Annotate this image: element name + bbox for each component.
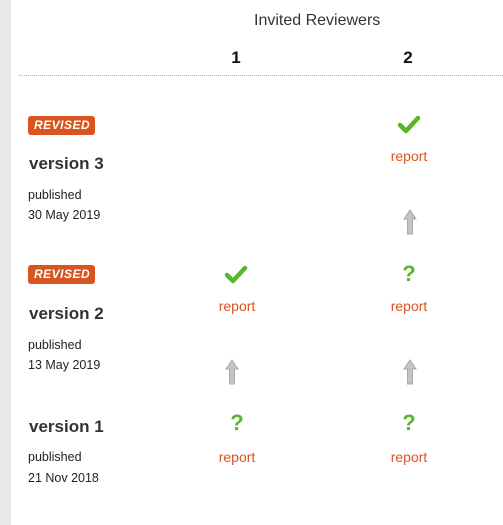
version-2-title[interactable]: version 2 [29,304,104,324]
question-icon: ? [402,410,416,435]
version-1-title[interactable]: version 1 [29,417,104,437]
revised-badge: REVISED [28,116,96,135]
version-2-reviewer-2-report-link[interactable]: report [379,298,439,314]
version-3-title[interactable]: version 3 [29,154,104,174]
check-icon [397,115,421,134]
version-2-date: 13 May 2019 [28,358,101,372]
arrow-up-icon [225,359,239,385]
header-divider [19,75,503,76]
version-2-published-label: published [28,338,82,352]
reviewer-2-column-header: 2 [403,48,413,67]
invited-reviewers-heading: Invited Reviewers [254,12,381,29]
check-icon [224,265,248,284]
version-1-date: 21 Nov 2018 [28,471,99,485]
left-side-bar [0,0,11,525]
question-icon: ? [230,410,244,435]
question-icon: ? [402,261,416,286]
version-3-date: 30 May 2019 [28,208,101,222]
version-3-reviewer-2-report-link[interactable]: report [379,148,439,164]
version-2-reviewer-1-report-link[interactable]: report [207,298,267,314]
reviewer-1-column-header: 1 [231,48,241,67]
arrow-up-icon [403,359,417,385]
version-1-reviewer-2-report-link[interactable]: report [379,449,439,465]
revised-badge: REVISED [28,265,96,284]
version-1-published-label: published [28,450,82,464]
version-3-published-label: published [28,188,82,202]
arrow-up-icon [403,209,417,235]
version-1-reviewer-1-report-link[interactable]: report [207,449,267,465]
